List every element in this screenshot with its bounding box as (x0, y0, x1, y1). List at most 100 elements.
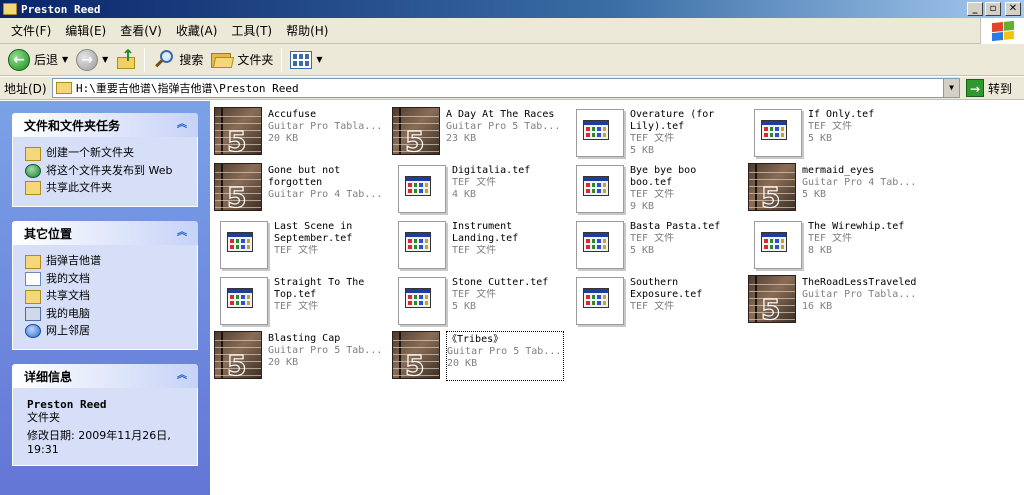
file-item[interactable]: Straight To The Top.tef TEF 文件 (214, 275, 386, 325)
collapse-chevron-icon[interactable]: ︽ (174, 368, 190, 384)
file-name: Instrument Landing.tef (452, 221, 519, 244)
address-dropdown-icon[interactable]: ▼ (943, 79, 959, 97)
file-item[interactable]: 5 Gone but not forgotten Guitar Pro 4 Tab.… (214, 163, 386, 213)
file-item[interactable]: Stone Cutter.tef TEF 文件 5 KB (392, 275, 564, 325)
file-size: 4 KB (452, 189, 477, 200)
file-item[interactable]: If Only.tef TEF 文件 5 KB (748, 107, 920, 157)
file-meta: Gone but not forgotten Guitar Pro 4 Tab..… (268, 163, 386, 213)
file-view[interactable]: 5 Accufuse Guitar Pro Tabla... 20 KB 5 A Day … (210, 101, 1024, 495)
file-item[interactable]: Instrument Landing.tef TEF 文件 (392, 219, 564, 269)
go-arrow-icon: → (966, 79, 984, 97)
file-size: 16 KB (802, 301, 833, 312)
folders-button[interactable]: 文件夹 (207, 46, 277, 74)
go-label: 转到 (988, 81, 1013, 96)
file-name: Basta Pasta.tef (630, 221, 721, 232)
place-shared-documents[interactable]: 共享文档 (25, 289, 189, 304)
file-name: Bye bye boo boo.tef (630, 165, 697, 188)
collapse-chevron-icon[interactable]: ︽ (174, 117, 190, 133)
details-panel: 详细信息 ︽ Preston Reed 文件夹 修改日期: 2009年11月26… (12, 364, 198, 466)
details-folder-name: Preston Reed (27, 398, 107, 411)
up-folder-icon: ↑ (116, 47, 136, 71)
file-item[interactable]: 5 《Tribes》 Guitar Pro 5 Tab... 20 KB (392, 331, 564, 381)
minimize-button[interactable]: _ (967, 2, 983, 16)
tef-file-icon (576, 221, 624, 269)
maximize-button[interactable]: ▫ (985, 2, 1001, 16)
up-folder-button[interactable]: ↑ (112, 46, 140, 74)
file-name: 《Tribes》 (447, 334, 504, 345)
file-item[interactable]: Last Scene in September.tef TEF 文件 (214, 219, 386, 269)
file-item[interactable]: 5 mermaid_eyes Guitar Pro 4 Tab... 5 KB (748, 163, 920, 213)
file-item[interactable]: 5 Accufuse Guitar Pro Tabla... 20 KB (214, 107, 386, 157)
collapse-chevron-icon[interactable]: ︽ (174, 225, 190, 241)
search-button[interactable]: 搜索 (149, 46, 207, 74)
file-name: mermaid_eyes (802, 165, 875, 176)
file-item[interactable]: Overature (for Lily).tef TEF 文件 5 KB (570, 107, 742, 157)
back-dropdown-icon[interactable]: ▼ (62, 55, 68, 64)
file-size: 5 KB (802, 189, 827, 200)
toolbar-divider (281, 47, 283, 72)
views-dropdown-icon[interactable]: ▼ (316, 55, 322, 64)
folder-icon (56, 82, 72, 94)
menu-file[interactable]: 文件(F) (4, 18, 58, 44)
file-size: 20 KB (268, 357, 299, 368)
menu-tools[interactable]: 工具(T) (224, 18, 279, 44)
file-type: TEF 文件 (274, 245, 319, 256)
place-my-documents[interactable]: 我的文档 (25, 272, 189, 286)
file-type: Guitar Pro 4 Tab... (802, 177, 917, 188)
file-type: TEF 文件 (274, 301, 319, 312)
file-tasks-panel: 文件和文件夹任务 ︽ 创建一个新文件夹 将这个文件夹发布到 Web 共享此文件夹 (12, 113, 198, 207)
place-network[interactable]: 网上邻居 (25, 324, 189, 338)
file-item[interactable]: Digitalia.tef TEF 文件 4 KB (392, 163, 564, 213)
new-folder-link[interactable]: 创建一个新文件夹 (25, 146, 189, 161)
place-my-computer[interactable]: 我的电脑 (25, 307, 189, 321)
file-type: TEF 文件 (452, 289, 497, 300)
menu-help[interactable]: 帮助(H) (279, 18, 335, 44)
file-name: Gone but not forgotten (268, 165, 341, 188)
file-size: 20 KB (268, 133, 299, 144)
file-meta: Basta Pasta.tef TEF 文件 5 KB (630, 219, 742, 269)
file-name: Accufuse (268, 109, 317, 120)
forward-button[interactable]: → ▼ (72, 46, 112, 74)
file-item[interactable]: 5 TheRoadLessTraveled Guitar Pro Tabla... 1… (748, 275, 920, 325)
file-type: Guitar Pro 5 Tab... (268, 345, 383, 356)
file-tasks-header[interactable]: 文件和文件夹任务 ︽ (12, 113, 198, 137)
go-button[interactable]: → 转到 (966, 79, 1012, 97)
file-item[interactable]: Bye bye boo boo.tef TEF 文件 9 KB (570, 163, 742, 213)
file-tasks-title: 文件和文件夹任务 (24, 118, 121, 133)
guitar-pro-file-icon: 5 (748, 163, 796, 212)
other-places-header[interactable]: 其它位置 ︽ (12, 221, 198, 245)
file-meta: Overature (for Lily).tef TEF 文件 5 KB (630, 107, 742, 157)
share-folder-icon (25, 181, 41, 195)
file-item[interactable]: 5A Day At The Races Guitar Pro 5 Tab... 23… (392, 107, 564, 157)
my-computer-icon (25, 307, 41, 321)
place-fingerstyle-tabs[interactable]: 指弹吉他谱 (25, 254, 189, 269)
file-size: 23 KB (446, 133, 477, 144)
file-item[interactable]: 5 Blasting Cap Guitar Pro 5 Tab... 20 KB (214, 331, 386, 381)
share-folder-link[interactable]: 共享此文件夹 (25, 181, 189, 195)
file-type: TEF 文件 (452, 177, 497, 188)
file-item[interactable]: Southern Exposure.tef TEF 文件 (570, 275, 742, 325)
window-title: Preston Reed (21, 2, 101, 16)
file-name: Digitalia.tef (452, 165, 531, 176)
title-bar[interactable]: Preston Reed _ ▫ ✕ (0, 0, 1024, 18)
menu-edit[interactable]: 编辑(E) (58, 18, 113, 44)
file-name: If Only.tef (808, 109, 875, 120)
views-button[interactable]: ▼ (286, 46, 326, 74)
menu-favorites[interactable]: 收藏(A) (169, 18, 225, 44)
menu-view[interactable]: 查看(V) (113, 18, 169, 44)
address-input[interactable]: H:\重要吉他谱\指弹吉他谱\Preston Reed ▼ (52, 78, 960, 98)
publish-web-link[interactable]: 将这个文件夹发布到 Web (25, 164, 189, 178)
details-header[interactable]: 详细信息 ︽ (12, 364, 198, 388)
back-label: 后退 (34, 53, 59, 67)
file-type: Guitar Pro 5 Tab... (446, 121, 561, 132)
back-button[interactable]: ← 后退 ▼ (4, 46, 72, 74)
close-button[interactable]: ✕ (1005, 2, 1021, 16)
tef-file-icon (754, 221, 802, 269)
forward-dropdown-icon[interactable]: ▼ (102, 55, 108, 64)
tef-file-icon (220, 221, 268, 269)
file-item[interactable]: The Wirewhip.tef TEF 文件 8 KB (748, 219, 920, 269)
tef-file-icon (576, 165, 624, 213)
forward-arrow-icon: → (76, 48, 99, 71)
file-item[interactable]: Basta Pasta.tef TEF 文件 5 KB (570, 219, 742, 269)
tef-file-icon (220, 277, 268, 325)
